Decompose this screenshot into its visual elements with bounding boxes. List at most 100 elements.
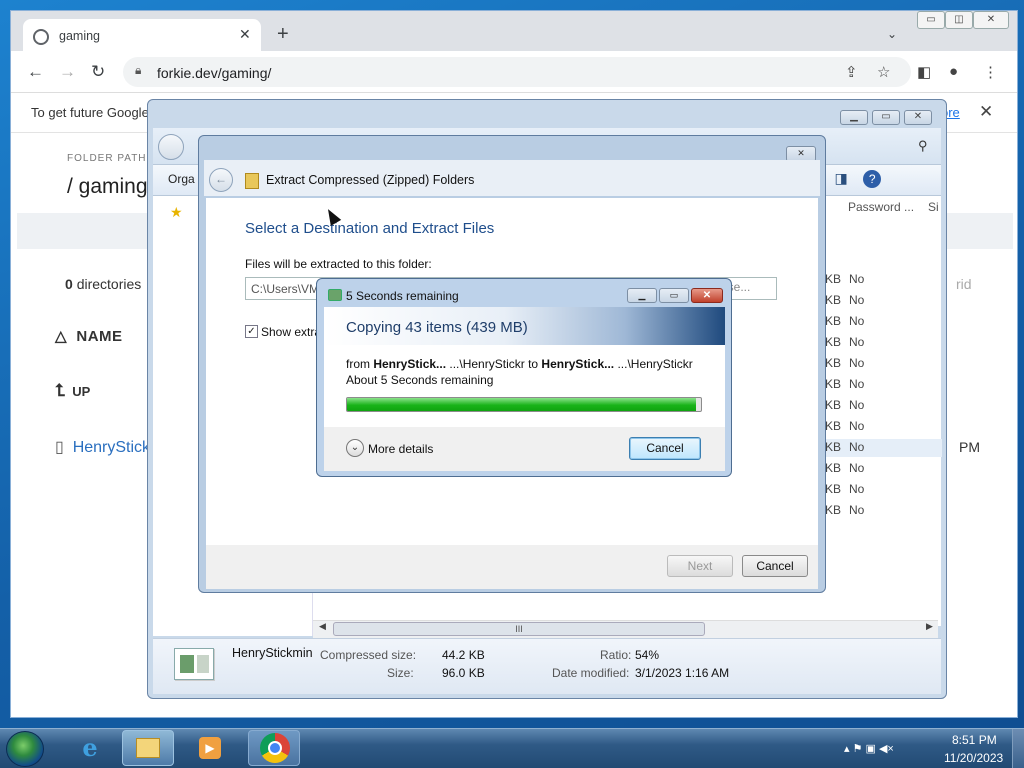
search-icon[interactable]: ⚲: [918, 138, 928, 154]
folder-icon: [136, 738, 160, 758]
minimize-button[interactable]: ▭: [917, 11, 945, 29]
row-size: KB: [825, 293, 842, 307]
explorer-minimize-button[interactable]: ▁: [840, 110, 868, 125]
row-size: KB: [825, 461, 842, 475]
date-modified-label: Date modified:: [552, 666, 630, 680]
show-extracted-checkbox[interactable]: ✓: [245, 325, 258, 338]
size-label: Size:: [387, 666, 414, 680]
chevron-down-icon[interactable]: ⌄: [346, 439, 364, 457]
copy-maximize-button[interactable]: ▭: [659, 288, 689, 303]
row-size: KB: [825, 356, 842, 370]
explorer-back-button[interactable]: [158, 134, 184, 160]
row-password-protected: No: [849, 419, 865, 433]
wizard-title: Extract Compressed (Zipped) Folders: [266, 173, 475, 187]
zip-thumbnail-icon: [174, 648, 214, 680]
row-password-protected: No: [849, 398, 865, 412]
row-password-protected: No: [849, 377, 865, 391]
wizard-back-button[interactable]: ←: [209, 168, 233, 192]
copy-close-button[interactable]: ✕: [691, 288, 723, 303]
copy-heading: Copying 43 items (439 MB): [346, 319, 528, 336]
row-password-protected: No: [849, 503, 865, 517]
tab-search-icon[interactable]: ⌄: [887, 27, 897, 41]
row-size: KB: [825, 482, 842, 496]
row-password-protected: No: [849, 482, 865, 496]
menu-kebab-icon[interactable]: ⋮: [983, 63, 998, 81]
favorites-star-icon[interactable]: ★: [170, 204, 183, 221]
to-word: to: [524, 357, 542, 371]
scroll-thumb[interactable]: III: [333, 622, 705, 636]
url-text[interactable]: forkie.dev/gaming/: [157, 65, 271, 81]
help-icon[interactable]: ?: [863, 170, 882, 188]
show-desktop-button[interactable]: [1012, 729, 1024, 768]
tab-title: gaming: [59, 29, 100, 43]
explorer-maximize-button[interactable]: ▭: [872, 110, 900, 125]
clock-time[interactable]: 8:51 PM: [952, 733, 997, 747]
file-name: HenryStick: [72, 439, 151, 456]
tab-close-icon[interactable]: ✕: [239, 26, 251, 43]
size-column-header[interactable]: Si: [928, 200, 939, 214]
row-size: KB: [825, 335, 842, 349]
next-button[interactable]: Next: [667, 555, 733, 577]
row-size: KB: [825, 272, 842, 286]
clock-date[interactable]: 11/20/2023: [944, 751, 1003, 765]
close-window-button[interactable]: ✕: [973, 11, 1009, 29]
row-size: KB: [825, 314, 842, 328]
row-password-protected: No: [849, 272, 865, 286]
up-arrow-icon: ⮤: [55, 381, 66, 400]
internet-explorer-icon[interactable]: e: [64, 730, 116, 766]
ratio-value: 54%: [635, 648, 660, 662]
name-header-label: NAME: [76, 328, 123, 345]
wizard-cancel-button[interactable]: Cancel: [742, 555, 808, 577]
start-button[interactable]: [6, 731, 44, 767]
new-tab-button[interactable]: +: [277, 23, 289, 46]
wizard-heading: Select a Destination and Extract Files: [245, 220, 495, 237]
date-modified-value: 3/1/2023 1:16 AM: [635, 666, 730, 680]
destination-path-text: C:\Users\VM: [251, 282, 320, 296]
organize-button[interactable]: Orga: [168, 172, 195, 186]
file-link[interactable]: ▯ HenryStick: [55, 437, 150, 457]
row-password-protected: No: [849, 461, 865, 475]
copy-cancel-button[interactable]: Cancel: [629, 437, 701, 460]
progress-bar: [346, 397, 702, 412]
compressed-size-label: Compressed size:: [320, 648, 417, 662]
progress-fill: [347, 398, 696, 411]
back-arrow-icon[interactable]: ←: [27, 62, 44, 82]
password-column-header[interactable]: Password ...: [848, 200, 914, 214]
detail-file-name: HenryStickmin: [232, 646, 313, 660]
up-directory-link[interactable]: ⮤ UP: [55, 381, 90, 401]
scroll-right-icon[interactable]: ▶: [926, 621, 933, 632]
row-size: KB: [825, 398, 842, 412]
zip-file-icon: ▯: [55, 439, 64, 456]
to-destination-path: ...\HenryStickr: [614, 357, 693, 371]
row-password-protected: No: [849, 335, 865, 349]
copy-from-line: from HenryStick... ...\HenryStickr to He…: [346, 357, 693, 371]
info-bar-text: To get future Google: [31, 105, 149, 120]
forward-arrow-icon[interactable]: →: [59, 62, 76, 82]
time-remaining: About 5 Seconds remaining: [346, 373, 494, 387]
explorer-close-button[interactable]: ✕: [904, 110, 932, 125]
ratio-label: Ratio:: [600, 648, 632, 662]
row-password-protected: No: [849, 314, 865, 328]
to-destination[interactable]: HenryStick...: [541, 357, 614, 371]
bookmark-star-icon[interactable]: ☆: [877, 63, 890, 81]
scroll-left-icon[interactable]: ◀: [319, 621, 326, 632]
copy-dialog-icon: [328, 289, 342, 301]
grid-toggle[interactable]: rid: [956, 276, 972, 292]
side-panel-icon[interactable]: ◧: [917, 63, 931, 81]
from-source[interactable]: HenryStick...: [373, 357, 446, 371]
copy-minimize-button[interactable]: ▁: [627, 288, 657, 303]
reload-icon[interactable]: ↻: [91, 62, 105, 82]
info-bar-close-icon[interactable]: ✕: [979, 102, 993, 122]
row-password-protected: No: [849, 356, 865, 370]
lock-icon[interactable]: 🔒︎: [135, 63, 141, 78]
system-tray-icons[interactable]: ▴ ⚑ ▣ ◀×: [844, 742, 894, 755]
share-icon[interactable]: ⇪: [845, 63, 858, 81]
profile-avatar-icon[interactable]: ●: [949, 63, 958, 80]
from-prefix: from: [346, 357, 374, 371]
show-extracted-label: Show extra: [261, 325, 322, 339]
name-column-header[interactable]: △ NAME: [55, 327, 123, 345]
row-size: KB: [825, 440, 842, 454]
restore-button[interactable]: ◫: [945, 11, 973, 29]
more-details-link[interactable]: More details: [368, 442, 433, 456]
directory-count-number: 0: [65, 276, 73, 292]
